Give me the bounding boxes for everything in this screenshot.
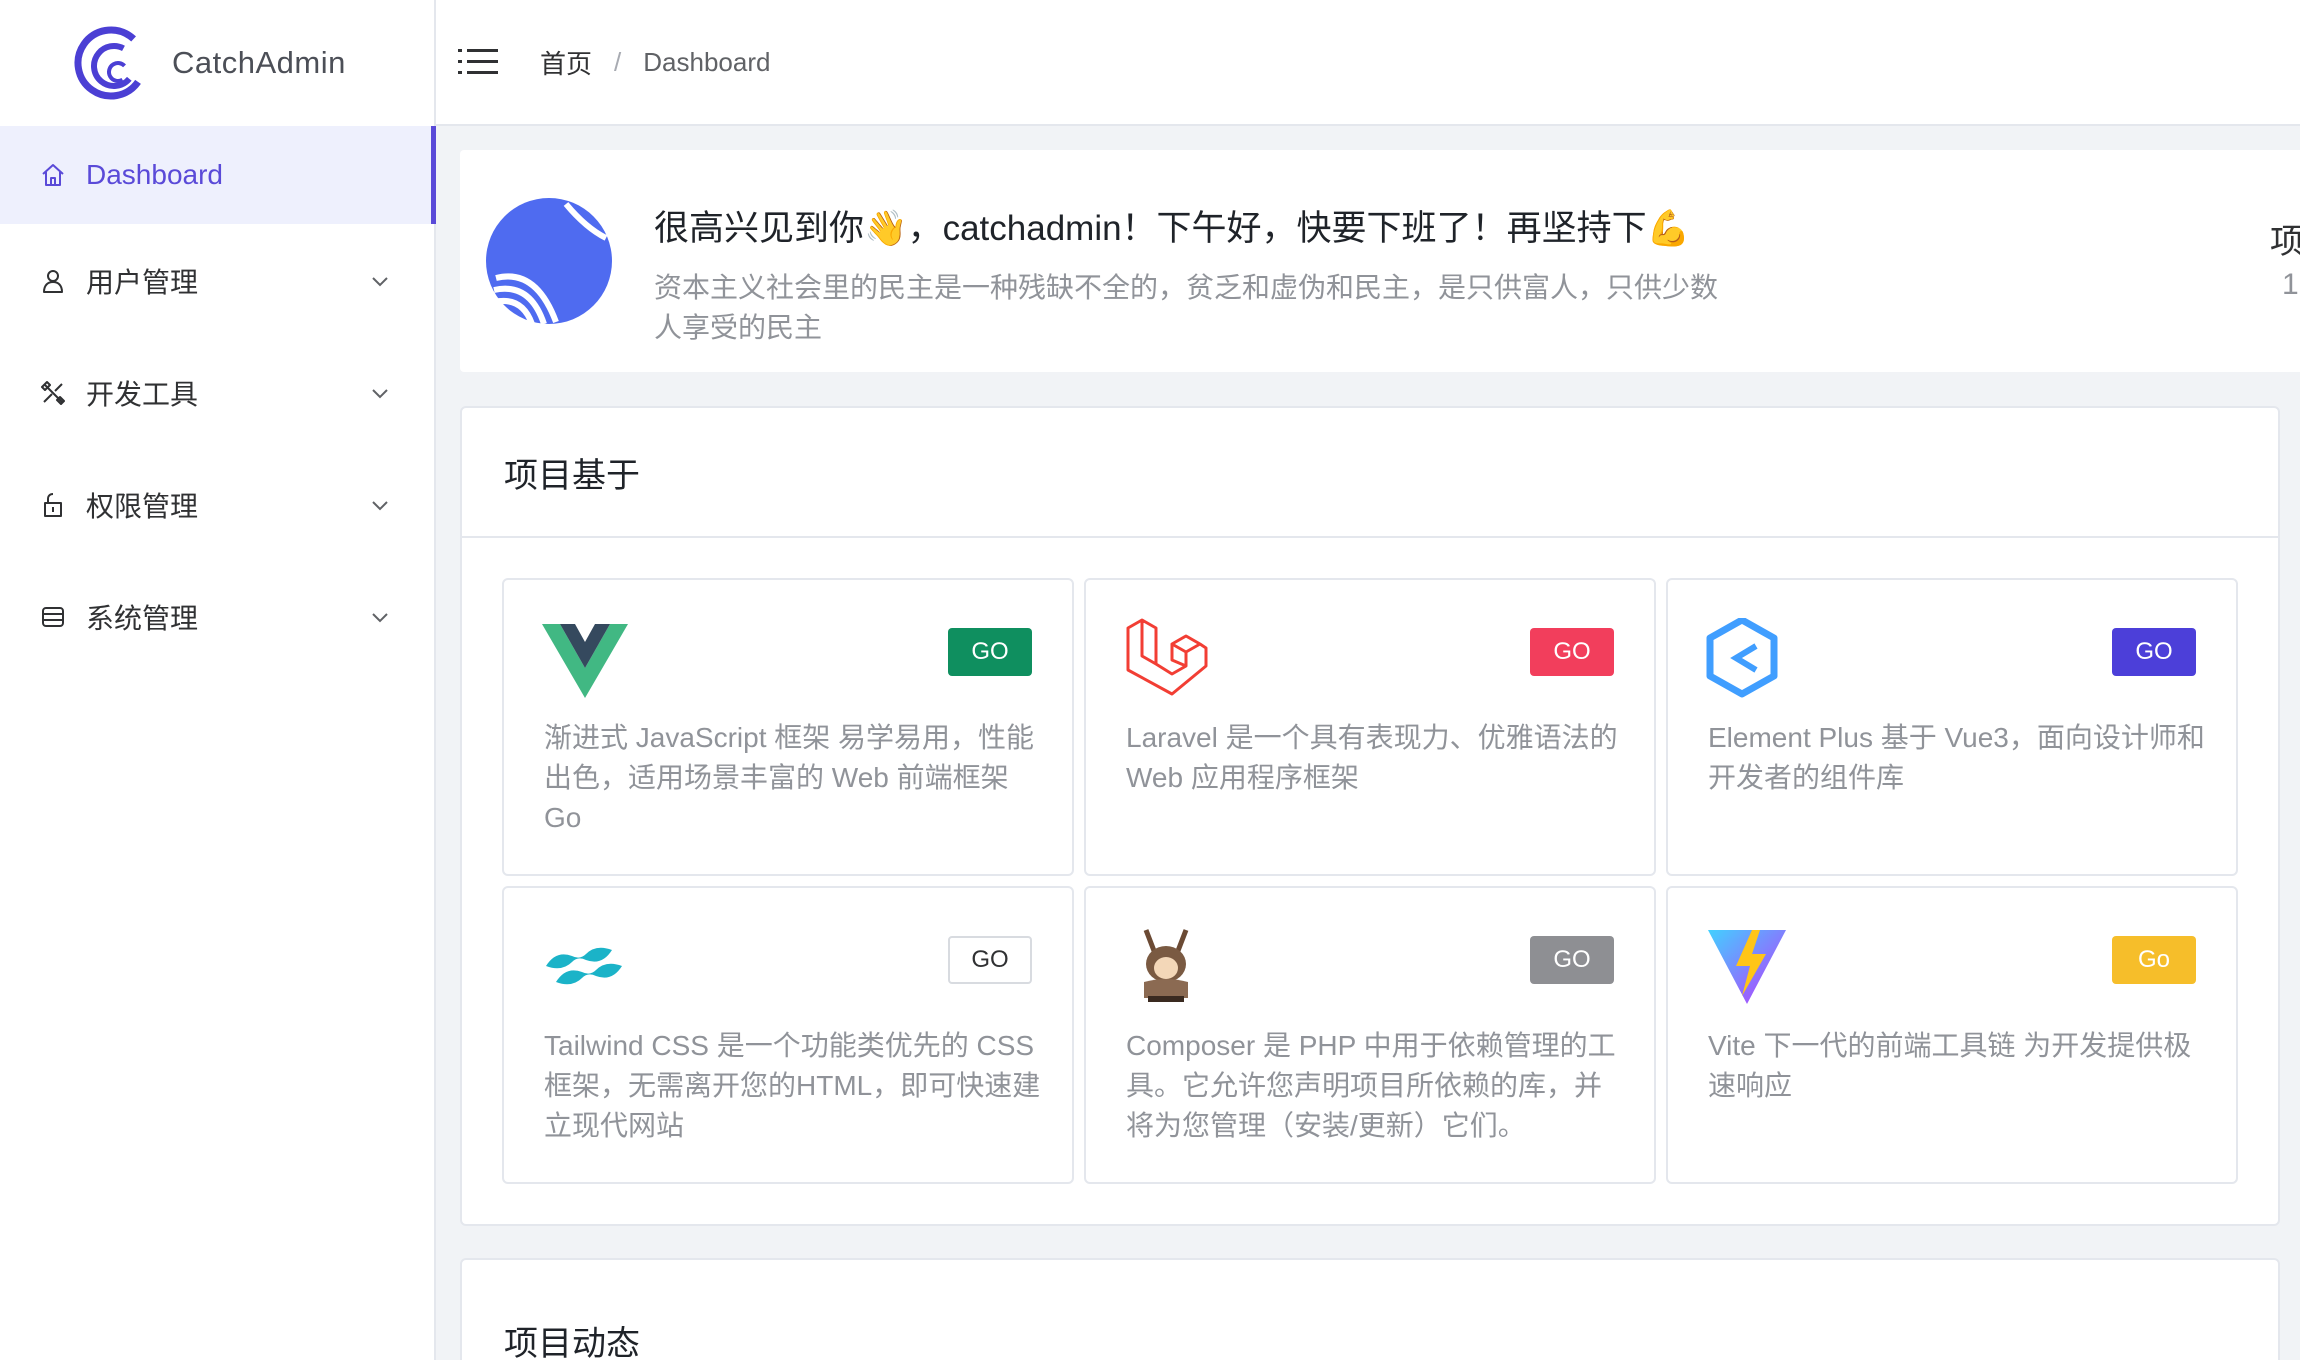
- chevron-down-icon: [372, 613, 388, 623]
- tools-icon: [38, 378, 68, 408]
- laravel-logo-icon: [1124, 618, 1210, 698]
- sidebar: CatchAdmin Dashboard 用户管理 开发工具 权限管理 系统管理: [0, 0, 436, 1360]
- card-description: Vite 下一代的前端工具链 为开发提供极速响应: [1708, 1030, 2192, 1101]
- breadcrumb-separator: /: [614, 46, 622, 77]
- project-card-tailwind[interactable]: GO Tailwind CSS 是一个功能类优先的 CSS 框架，无需离开您的H…: [502, 886, 1074, 1184]
- go-button[interactable]: GO: [948, 936, 1032, 984]
- sidebar-item-label: 用户管理: [86, 267, 199, 298]
- project-card-vite[interactable]: Go Vite 下一代的前端工具链 为开发提供极速响应: [1666, 886, 2238, 1184]
- tailwind-logo-icon: [542, 926, 628, 1006]
- welcome-card: 很高兴见到你👋，catchadmin！下午好，快要下班了！再坚持下💪 资本主义社…: [460, 150, 2300, 372]
- app-name: CatchAdmin: [172, 45, 346, 80]
- avatar: [486, 198, 612, 324]
- projects-panel: 项目基于 GO 渐进式 JavaScript 框架 易学易用，性能出色，适用场景…: [460, 406, 2280, 1226]
- stat-value: 1: [2282, 268, 2299, 301]
- composer-logo-icon: [1124, 926, 1210, 1006]
- card-description: Laravel 是一个具有表现力、优雅语法的 Web 应用程序框架: [1126, 722, 1618, 793]
- menu-toggle-icon[interactable]: [458, 47, 498, 77]
- projects-title: 项目基于: [462, 408, 2278, 538]
- sidebar-item-label: Dashboard: [86, 159, 223, 190]
- go-button[interactable]: GO: [1530, 936, 1614, 984]
- project-card-composer[interactable]: GO Composer 是 PHP 中用于依赖管理的工具。它允许您声明项目所依赖…: [1084, 886, 1656, 1184]
- chevron-down-icon: [372, 501, 388, 511]
- breadcrumb-current: Dashboard: [643, 46, 771, 77]
- vite-logo-icon: [1706, 926, 1792, 1006]
- sidebar-item-permissions[interactable]: 权限管理: [0, 456, 434, 554]
- activity-title: 项目动态: [504, 1324, 640, 1360]
- chevron-down-icon: [372, 277, 388, 287]
- element-plus-logo-icon: [1706, 616, 1792, 698]
- sidebar-item-label: 系统管理: [86, 603, 199, 634]
- card-description: 渐进式 JavaScript 框架 易学易用，性能出色，适用场景丰富的 Web …: [544, 722, 1035, 833]
- sidebar-item-dev-tools[interactable]: 开发工具: [0, 344, 434, 442]
- go-button[interactable]: GO: [2112, 628, 2196, 676]
- chevron-down-icon: [372, 389, 388, 399]
- project-card-laravel[interactable]: GO Laravel 是一个具有表现力、优雅语法的 Web 应用程序框架: [1084, 578, 1656, 876]
- go-button[interactable]: GO: [948, 628, 1032, 676]
- vue-logo-icon: [542, 618, 628, 698]
- top-header: 首页 / Dashboard: [436, 0, 2300, 126]
- sidebar-item-users[interactable]: 用户管理: [0, 232, 434, 330]
- welcome-quote: 资本主义社会里的民主是一种残缺不全的，贫乏和虚伪和民主，是只供富人，只供少数人享…: [654, 272, 1719, 343]
- catchadmin-logo-icon: [74, 26, 148, 100]
- sidebar-item-label: 权限管理: [86, 491, 199, 522]
- go-button[interactable]: Go: [2112, 936, 2196, 984]
- card-description: Tailwind CSS 是一个功能类优先的 CSS 框架，无需离开您的HTML…: [544, 1030, 1041, 1141]
- user-icon: [38, 266, 68, 296]
- lock-icon: [38, 490, 68, 520]
- sidebar-item-label: 开发工具: [86, 379, 199, 410]
- welcome-title: 很高兴见到你👋，catchadmin！下午好，快要下班了！再坚持下💪: [654, 209, 1691, 248]
- card-description: Element Plus 基于 Vue3，面向设计师和开发者的组件库: [1708, 722, 2205, 793]
- sidebar-item-dashboard[interactable]: Dashboard: [0, 126, 436, 224]
- go-button[interactable]: GO: [1530, 628, 1614, 676]
- activity-panel: 项目动态: [460, 1258, 2280, 1360]
- project-card-vue[interactable]: GO 渐进式 JavaScript 框架 易学易用，性能出色，适用场景丰富的 W…: [502, 578, 1074, 876]
- stat-label: 项: [2270, 223, 2300, 261]
- breadcrumb-home[interactable]: 首页: [540, 44, 592, 81]
- home-icon: [38, 160, 68, 190]
- brand[interactable]: CatchAdmin: [0, 0, 434, 126]
- project-card-element-plus[interactable]: GO Element Plus 基于 Vue3，面向设计师和开发者的组件库: [1666, 578, 2238, 876]
- card-description: Composer 是 PHP 中用于依赖管理的工具。它允许您声明项目所依赖的库，…: [1126, 1030, 1616, 1141]
- database-icon: [38, 602, 68, 632]
- sidebar-item-system[interactable]: 系统管理: [0, 568, 434, 666]
